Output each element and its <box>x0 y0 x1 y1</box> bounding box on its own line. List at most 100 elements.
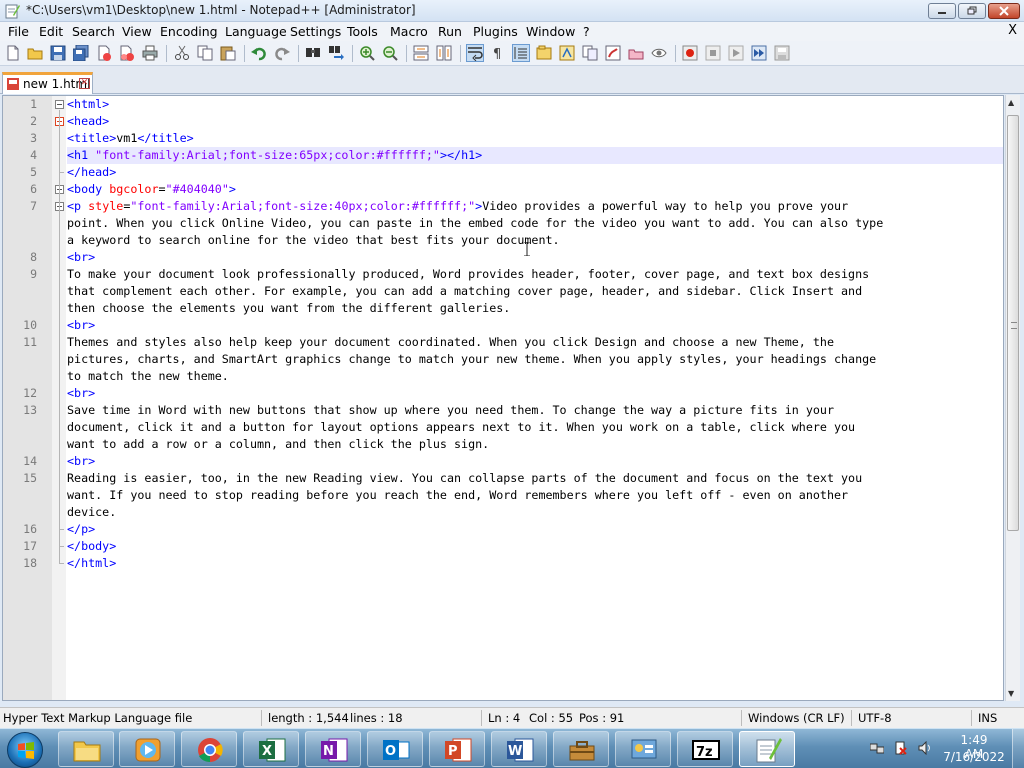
status-insert-mode[interactable]: INS <box>978 711 997 725</box>
close-all-icon[interactable] <box>119 45 135 61</box>
network-icon[interactable] <box>870 741 884 755</box>
doc-map-icon[interactable] <box>559 45 575 61</box>
code-editor[interactable]: 1 2 3 4 5 6 7 8 9 10 11 12 13 14 15 16 17 18 <html> <head>… <box>2 95 1004 701</box>
status-eol[interactable]: Windows (CR LF) <box>748 711 845 725</box>
taskbar-notepad-plus-plus[interactable] <box>739 731 795 767</box>
menu-edit[interactable]: Edit <box>39 24 63 39</box>
volume-icon[interactable] <box>918 741 932 755</box>
line-number: 10 <box>23 318 37 332</box>
save-macro-icon[interactable] <box>774 45 790 61</box>
notepad-plus-plus-icon <box>753 736 783 764</box>
cut-icon[interactable] <box>174 45 190 61</box>
menu-macro[interactable]: Macro <box>390 24 428 39</box>
scroll-down-arrow-icon[interactable]: ▼ <box>1008 689 1014 698</box>
paste-icon[interactable] <box>220 45 236 61</box>
code-token-tag: <head> <box>67 114 110 128</box>
toolbar-separator <box>298 45 299 62</box>
code-line: To make your document look professionall… <box>67 266 869 283</box>
redo-icon[interactable] <box>274 45 290 61</box>
open-file-icon[interactable] <box>27 45 43 61</box>
code-text-area[interactable]: <html> <head> <title>vm1</title> <h1 "font-… <box>67 96 1003 700</box>
taskbar-chrome[interactable] <box>181 731 237 767</box>
word-wrap-icon[interactable] <box>466 44 484 62</box>
code-token-tag: <html> <box>67 97 110 111</box>
menu-settings[interactable]: Settings <box>290 24 341 39</box>
line-number: 12 <box>23 386 37 400</box>
line-number: 1 <box>30 97 37 111</box>
taskbar-7zip[interactable]: 7z <box>677 731 733 767</box>
status-encoding[interactable]: UTF-8 <box>858 711 892 725</box>
taskbar-onenote[interactable]: N <box>305 731 361 767</box>
close-window-button[interactable] <box>988 3 1020 19</box>
action-center-icon[interactable] <box>894 741 908 755</box>
svg-text:X: X <box>262 744 272 759</box>
show-all-chars-icon[interactable]: ¶ <box>490 45 506 61</box>
run-macro-multiple-icon[interactable] <box>751 45 767 61</box>
menu-plugins[interactable]: Plugins <box>473 24 518 39</box>
menu-run[interactable]: Run <box>438 24 462 39</box>
fold-toggle-icon[interactable] <box>55 100 64 109</box>
code-line: <title>vm1</title> <box>67 130 194 147</box>
new-file-icon[interactable] <box>5 45 21 61</box>
zoom-in-icon[interactable] <box>359 45 375 61</box>
sync-horizontal-icon[interactable] <box>436 45 452 61</box>
menu-window[interactable]: Window <box>526 24 575 39</box>
menu-language[interactable]: Language <box>225 24 287 39</box>
taskbar-media-player[interactable] <box>119 731 175 767</box>
vertical-scrollbar[interactable]: ▲ ▼ <box>1005 95 1020 701</box>
menu-search[interactable]: Search <box>72 24 115 39</box>
taskbar-powerpoint[interactable]: P <box>429 731 485 767</box>
menu-encoding[interactable]: Encoding <box>160 24 218 39</box>
copy-icon[interactable] <box>197 45 213 61</box>
eye-icon[interactable] <box>651 45 667 61</box>
close-document-button[interactable]: X <box>1008 23 1017 38</box>
undo-icon[interactable] <box>251 45 267 61</box>
minimize-button[interactable] <box>928 3 956 19</box>
code-line: </body> <box>67 538 116 555</box>
replace-icon[interactable] <box>328 45 344 61</box>
code-line: then choose the elements you want from t… <box>67 300 510 317</box>
save-icon[interactable] <box>50 45 66 61</box>
menu-help[interactable]: ? <box>583 24 590 39</box>
clock-date[interactable]: 7/16/2022 <box>942 750 1006 764</box>
zoom-out-icon[interactable] <box>382 45 398 61</box>
code-token-txt: Themes and styles also help keep your do… <box>67 335 834 349</box>
taskbar-control-panel[interactable] <box>615 731 671 767</box>
code-token-txt: device. <box>67 505 117 519</box>
taskbar-outlook[interactable]: O <box>367 731 423 767</box>
indent-guide-icon[interactable] <box>512 44 530 62</box>
monitoring-icon[interactable] <box>628 45 644 61</box>
folder-workspace-icon[interactable] <box>605 45 621 61</box>
menu-tools[interactable]: Tools <box>347 24 378 39</box>
start-button[interactable] <box>7 732 43 768</box>
taskbar-excel[interactable]: X <box>243 731 299 767</box>
tab-close-button[interactable]: ✕ <box>79 78 90 89</box>
save-all-icon[interactable] <box>73 45 89 61</box>
menu-file[interactable]: File <box>8 24 29 39</box>
function-list-icon[interactable] <box>582 45 598 61</box>
taskbar-file-explorer[interactable] <box>58 731 114 767</box>
restore-button[interactable] <box>958 3 986 19</box>
excel-icon: X <box>257 736 287 764</box>
menu-view[interactable]: View <box>122 24 152 39</box>
close-icon[interactable] <box>96 45 112 61</box>
line-number: 16 <box>23 522 37 536</box>
code-token-tag: <br> <box>67 318 96 332</box>
taskbar-word[interactable]: W <box>491 731 547 767</box>
scroll-thumb[interactable] <box>1007 115 1019 531</box>
fold-guide <box>59 546 64 547</box>
scroll-up-arrow-icon[interactable]: ▲ <box>1008 98 1014 107</box>
text-cursor-icon <box>524 242 530 256</box>
toolbar-separator <box>244 45 245 62</box>
print-icon[interactable] <box>142 45 158 61</box>
user-defined-language-icon[interactable] <box>536 45 552 61</box>
code-line: to match the new theme. <box>67 368 229 385</box>
show-desktop-button[interactable] <box>1012 729 1024 768</box>
play-macro-icon[interactable] <box>728 45 744 61</box>
stop-macro-icon[interactable] <box>705 45 721 61</box>
record-macro-icon[interactable] <box>682 45 698 61</box>
sync-vertical-icon[interactable] <box>413 45 429 61</box>
tab-new-1-html[interactable]: new 1.html ✕ <box>2 72 93 94</box>
find-icon[interactable] <box>305 45 321 61</box>
taskbar-network-toolbox[interactable] <box>553 731 609 767</box>
